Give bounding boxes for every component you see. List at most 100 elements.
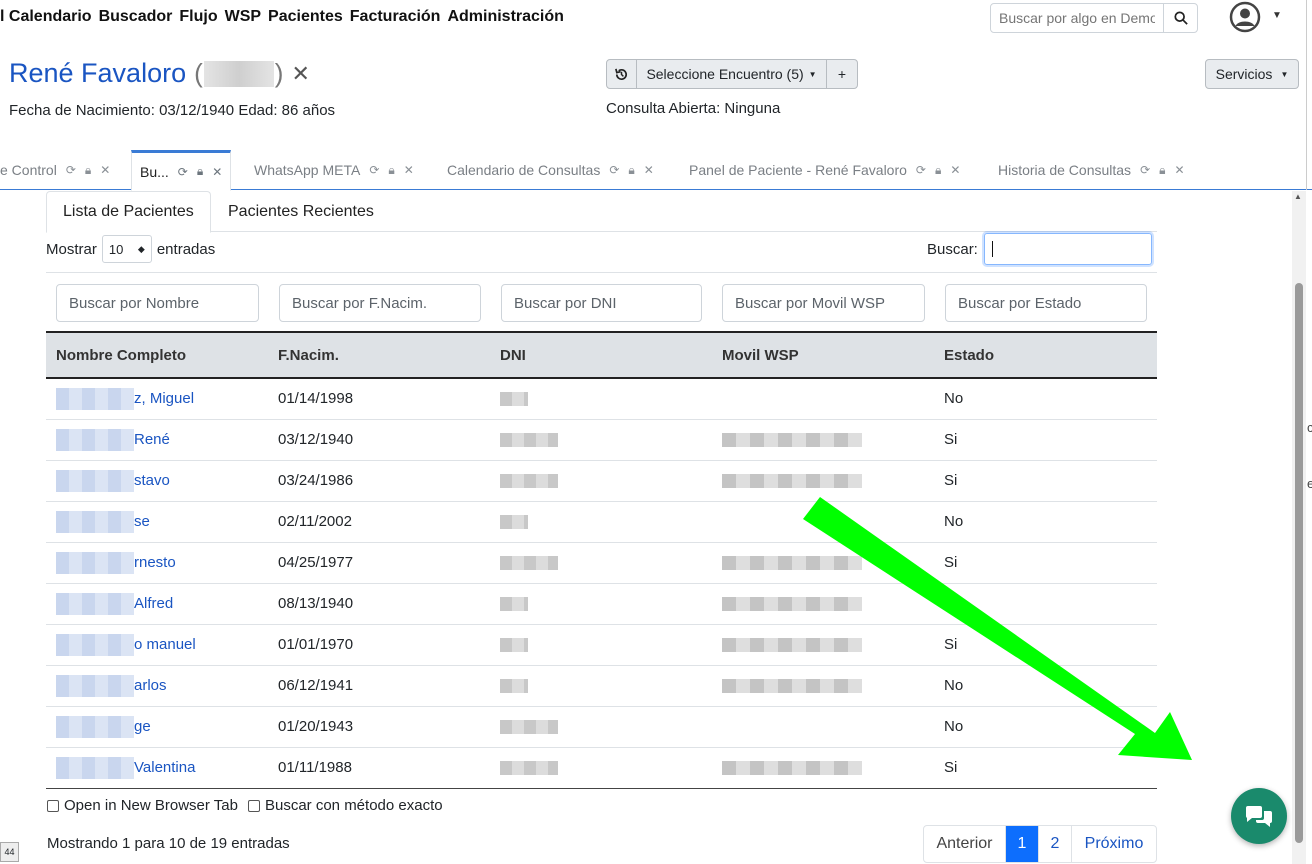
close-icon[interactable]: ✕ bbox=[100, 163, 110, 177]
cell-nombre[interactable]: Valentina bbox=[46, 747, 268, 789]
table-row[interactable]: Valentina 01/11/1988 Si bbox=[46, 747, 1157, 789]
tab-historia-consultas[interactable]: Historia de Consultas ⟳ 🔒︎ ✕ bbox=[998, 150, 1185, 190]
cell-dni bbox=[490, 665, 712, 707]
reload-icon[interactable]: ⟳ bbox=[916, 163, 926, 177]
chat-button[interactable] bbox=[1231, 788, 1287, 844]
lock-icon[interactable]: 🔒︎ bbox=[388, 163, 394, 178]
table-search-input[interactable] bbox=[983, 233, 1152, 265]
patient-name[interactable]: René Favaloro bbox=[9, 58, 186, 89]
search-movil-input[interactable]: Buscar por Movil WSP bbox=[722, 284, 925, 322]
history-button[interactable] bbox=[607, 60, 637, 88]
search-nombre-input[interactable]: Buscar por Nombre bbox=[56, 284, 259, 322]
patient-link[interactable]: z, Miguel bbox=[134, 390, 194, 407]
close-icon[interactable]: ✕ bbox=[404, 163, 414, 177]
patient-link[interactable]: rnesto bbox=[134, 553, 176, 570]
user-menu-caret-icon[interactable]: ▼ bbox=[1272, 10, 1282, 21]
lock-icon[interactable]: 🔒︎ bbox=[1159, 163, 1165, 178]
exact-search-checkbox[interactable] bbox=[247, 799, 260, 812]
close-patient-icon[interactable]: ✕ bbox=[291, 61, 309, 87]
global-search-input[interactable] bbox=[991, 4, 1163, 32]
header-estado[interactable]: Estado bbox=[934, 331, 1157, 379]
pagination-page-2[interactable]: 2 bbox=[1039, 826, 1072, 862]
search-button[interactable] bbox=[1163, 4, 1197, 32]
header-nombre[interactable]: Nombre Completo bbox=[46, 331, 268, 379]
patient-link[interactable]: René bbox=[134, 430, 170, 447]
lock-icon[interactable]: 🔒︎ bbox=[85, 163, 91, 178]
patient-link[interactable]: Valentina bbox=[134, 758, 195, 775]
nav-calendario[interactable]: l Calendario bbox=[0, 8, 92, 26]
search-fnacim-input[interactable]: Buscar por F.Nacim. bbox=[279, 284, 481, 322]
cell-nombre[interactable]: o manuel bbox=[46, 624, 268, 666]
nav-wsp[interactable]: WSP bbox=[225, 8, 261, 26]
search-dni-input[interactable]: Buscar por DNI bbox=[501, 284, 702, 322]
redacted-dni bbox=[500, 392, 528, 407]
encounter-group: Seleccione Encuentro (5) ▼ + bbox=[606, 59, 858, 89]
table-row[interactable]: z, Miguel 01/14/1998 No bbox=[46, 378, 1157, 420]
table-row[interactable]: ge 01/20/1943 No bbox=[46, 706, 1157, 748]
table-row[interactable]: stavo 03/24/1986 Si bbox=[46, 460, 1157, 502]
nav-facturacion[interactable]: Facturación bbox=[350, 8, 441, 26]
tab-control[interactable]: e Control ⟳ 🔒︎ ✕ bbox=[0, 150, 110, 190]
cell-nombre[interactable]: se bbox=[46, 501, 268, 543]
table-row[interactable]: René 03/12/1940 Si bbox=[46, 419, 1157, 461]
header-movil[interactable]: Movil WSP bbox=[712, 331, 934, 379]
patient-link[interactable]: arlos bbox=[134, 676, 167, 693]
redacted-name bbox=[56, 633, 134, 656]
reload-icon[interactable]: ⟳ bbox=[369, 163, 379, 177]
cell-nombre[interactable]: arlos bbox=[46, 665, 268, 707]
cell-nombre[interactable]: ge bbox=[46, 706, 268, 748]
scroll-up-icon[interactable]: ▲ bbox=[1294, 192, 1302, 201]
tab-panel-paciente[interactable]: Panel de Paciente - René Favaloro ⟳ 🔒︎ ✕ bbox=[689, 150, 960, 190]
tab-whatsapp-meta[interactable]: WhatsApp META ⟳ 🔒︎ ✕ bbox=[254, 150, 414, 190]
pagination-next[interactable]: Próximo bbox=[1072, 826, 1156, 862]
user-avatar-icon[interactable] bbox=[1228, 1, 1262, 33]
close-icon[interactable]: ✕ bbox=[212, 165, 222, 179]
new-tab-checkbox[interactable] bbox=[47, 799, 59, 812]
patient-link[interactable]: o manuel bbox=[134, 635, 196, 652]
patient-link[interactable]: Alfred bbox=[134, 594, 173, 611]
encounter-select[interactable]: Seleccione Encuentro (5) ▼ bbox=[637, 60, 827, 88]
nav-administracion[interactable]: Administración bbox=[447, 8, 563, 26]
table-row[interactable]: arlos 06/12/1941 No bbox=[46, 665, 1157, 707]
header-fnacim[interactable]: F.Nacim. bbox=[268, 331, 490, 379]
nav-pacientes[interactable]: Pacientes bbox=[268, 8, 343, 26]
patient-link[interactable]: stavo bbox=[134, 471, 170, 488]
servicios-button[interactable]: Servicios ▼ bbox=[1205, 59, 1299, 89]
cell-nombre[interactable]: z, Miguel bbox=[46, 378, 268, 420]
patient-link[interactable]: se bbox=[134, 512, 150, 529]
table-row[interactable]: rnesto 04/25/1977 Si bbox=[46, 542, 1157, 584]
lock-icon[interactable]: 🔒︎ bbox=[935, 163, 941, 178]
scrollbar-thumb[interactable] bbox=[1295, 283, 1303, 843]
table-row[interactable]: se 02/11/2002 No bbox=[46, 501, 1157, 543]
tab-pacientes-recientes[interactable]: Pacientes Recientes bbox=[212, 191, 390, 232]
add-encounter-button[interactable]: + bbox=[827, 60, 857, 88]
page-length-select[interactable]: 10 ◆ bbox=[101, 235, 152, 263]
pagination-prev[interactable]: Anterior bbox=[924, 826, 1006, 862]
reload-icon[interactable]: ⟳ bbox=[66, 163, 76, 177]
lock-icon[interactable]: 🔒︎ bbox=[197, 164, 203, 179]
tab-calendario-consultas[interactable]: Calendario de Consultas ⟳ 🔒︎ ✕ bbox=[447, 150, 654, 190]
lock-icon[interactable]: 🔒︎ bbox=[628, 163, 634, 178]
table-row[interactable]: Alfred 08/13/1940 bbox=[46, 583, 1157, 625]
close-icon[interactable]: ✕ bbox=[1175, 163, 1185, 177]
search-estado-input[interactable]: Buscar por Estado bbox=[945, 284, 1147, 322]
reload-icon[interactable]: ⟳ bbox=[178, 165, 188, 179]
reload-icon[interactable]: ⟳ bbox=[609, 163, 619, 177]
reload-icon[interactable]: ⟳ bbox=[1140, 163, 1150, 177]
close-icon[interactable]: ✕ bbox=[950, 163, 960, 177]
patient-link[interactable]: ge bbox=[134, 717, 151, 734]
tab-lista-pacientes[interactable]: Lista de Pacientes bbox=[46, 191, 211, 233]
cell-nombre[interactable]: stavo bbox=[46, 460, 268, 502]
tab-buscador[interactable]: Bu... ⟳ 🔒︎ ✕ bbox=[131, 150, 232, 191]
table-row[interactable]: o manuel 01/01/1970 Si bbox=[46, 624, 1157, 666]
nav-flujo[interactable]: Flujo bbox=[179, 8, 217, 26]
pagination-page-1[interactable]: 1 bbox=[1006, 826, 1039, 862]
cell-nombre[interactable]: rnesto bbox=[46, 542, 268, 584]
cell-dni bbox=[490, 542, 712, 584]
close-icon[interactable]: ✕ bbox=[644, 163, 654, 177]
nav-buscador[interactable]: Buscador bbox=[99, 8, 173, 26]
header-dni[interactable]: DNI bbox=[490, 331, 712, 379]
window-tabbar: e Control ⟳ 🔒︎ ✕ Bu... ⟳ 🔒︎ ✕ WhatsApp META ⟳ 🔒︎… bbox=[0, 150, 1312, 191]
cell-nombre[interactable]: René bbox=[46, 419, 268, 461]
cell-nombre[interactable]: Alfred bbox=[46, 583, 268, 625]
